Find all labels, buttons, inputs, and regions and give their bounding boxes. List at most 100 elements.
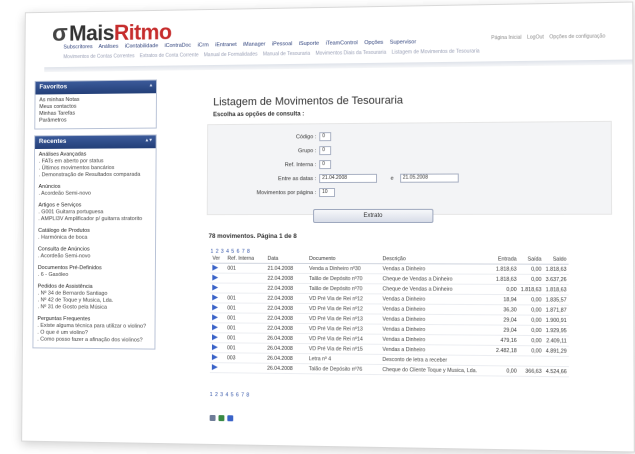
pager-bottom[interactable]: 1 2 3 4 5 6 7 8 bbox=[210, 392, 250, 399]
codigo-field[interactable]: 0 bbox=[319, 132, 332, 142]
col-saida: Saída bbox=[518, 255, 544, 265]
menu-item-imanager[interactable]: iManager bbox=[243, 42, 266, 48]
view-play-icon[interactable] bbox=[212, 314, 219, 321]
recent-item[interactable]: . AMPLI3V Amplificador p/ guitarra strat… bbox=[38, 216, 151, 223]
cell-descricao: Cheque de Vendas a Dinheiro bbox=[380, 273, 494, 285]
view-play-icon[interactable] bbox=[211, 354, 218, 361]
recent-item[interactable]: . Demonstração de Resultados comparada bbox=[39, 172, 152, 179]
cell-saida: 0,00 bbox=[518, 315, 544, 326]
menu-item-iteamcontrol[interactable]: iTeamControl bbox=[326, 40, 358, 46]
export-icons bbox=[209, 408, 237, 426]
submenu-item-manual-tesouraria[interactable]: Manual de Tesouraria bbox=[263, 51, 310, 58]
view-play-icon[interactable] bbox=[212, 284, 219, 291]
cell-ref: 001 bbox=[225, 332, 266, 344]
view-play-icon[interactable] bbox=[211, 344, 218, 351]
cell-ref: 001 bbox=[225, 263, 266, 274]
recent-item[interactable]: . 6 - Gasóleo bbox=[38, 272, 151, 279]
cell-data: 22.04.2008 bbox=[265, 313, 307, 324]
submenu-item-listagem-movimentos[interactable]: Listagem de Movimentos de Tesouraria bbox=[392, 48, 480, 55]
recent-item[interactable]: . Nº 31 de Gosto pela Música bbox=[37, 304, 150, 312]
cell-ref bbox=[225, 283, 266, 294]
cell-ref: 001 bbox=[225, 312, 266, 324]
view-play-icon[interactable] bbox=[211, 364, 218, 371]
print-icon[interactable] bbox=[209, 414, 216, 422]
submenu-item-movimentos-cc[interactable]: Movimentos de Contas Correntes bbox=[63, 53, 134, 60]
top-link-logout[interactable]: LogOut bbox=[527, 34, 544, 40]
cell-documento[interactable]: Talão de Depósito nº76 bbox=[306, 363, 381, 375]
top-link-config[interactable]: Opções de configuração bbox=[549, 33, 605, 40]
menu-item-icontabilidade[interactable]: iContabilidade bbox=[125, 43, 159, 49]
cell-documento[interactable]: VD Pré Via de Rei nº14 bbox=[306, 333, 381, 345]
logo-swoosh-icon: σ bbox=[52, 20, 68, 47]
recent-group: Pedidos de Assistência . Nº 34 de Bernar… bbox=[37, 284, 150, 312]
sidebar: Favoritos ▴ As minhas Notas Meus contact… bbox=[32, 79, 158, 355]
favoritos-item-parametros[interactable]: Parâmetros bbox=[39, 117, 152, 125]
menu-item-icontradoc[interactable]: iContraDoc bbox=[164, 43, 191, 49]
view-play-icon[interactable] bbox=[212, 304, 219, 311]
cell-documento[interactable]: VD Pré Via de Rei nº12 bbox=[306, 293, 381, 304]
submenu-item-extratos-cc[interactable]: Extratos de Conta Corrente bbox=[140, 52, 199, 59]
cell-saida: 1.818,63 bbox=[518, 284, 544, 295]
cell-saldo bbox=[543, 356, 569, 367]
grupo-label: Grupo : bbox=[298, 148, 317, 155]
excel-icon[interactable] bbox=[218, 415, 225, 422]
cell-documento[interactable]: Talão de Depósito nº70 bbox=[307, 283, 381, 294]
recentes-list: Análises Avançadas . FATs em aberto por … bbox=[33, 148, 155, 348]
favoritos-title: Favoritos bbox=[39, 83, 68, 91]
recent-item[interactable]: . Acordeão Semi-novo bbox=[38, 191, 151, 198]
datas-row: Entre as datas :21.04.2008 e 21.05.2008 bbox=[247, 173, 459, 184]
cell-documento[interactable]: VD Pré Via de Rei nº13 bbox=[306, 313, 381, 325]
page-title: Listagem de Movimentos de Tesouraria bbox=[213, 94, 404, 109]
cell-data: 26.04.2008 bbox=[265, 363, 307, 374]
cell-data: 26.04.2008 bbox=[265, 343, 307, 354]
cell-documento[interactable]: Venda a Dinheiro nº30 bbox=[307, 263, 381, 274]
cell-descricao: Vendas a Dinheiro bbox=[380, 263, 494, 275]
col-data: Data bbox=[265, 254, 308, 264]
view-play-icon[interactable] bbox=[211, 334, 218, 341]
extrato-button[interactable]: Extrato bbox=[313, 208, 434, 224]
submenu-item-manual-formalidades[interactable]: Manual de Formalidades bbox=[204, 52, 258, 59]
menu-item-ipessoal[interactable]: iPessoal bbox=[272, 41, 292, 47]
recent-item[interactable]: . Acordeão Semi-novo bbox=[38, 253, 151, 260]
grupo-row: Grupo :0 bbox=[247, 146, 332, 156]
cell-data: 21.04.2008 bbox=[265, 263, 308, 274]
cell-saida: 0,00 bbox=[518, 274, 544, 285]
menu-item-supervisor[interactable]: Supervisor bbox=[390, 39, 416, 45]
recentes-header[interactable]: Recentes ▴ ▾ bbox=[35, 135, 156, 149]
top-link-home[interactable]: Página Inicial bbox=[491, 35, 521, 41]
menu-item-analises[interactable]: Análises bbox=[98, 44, 118, 50]
view-play-icon[interactable] bbox=[212, 324, 218, 331]
submenu-item-movimentos-diais[interactable]: Movimentos Diais da Tesouraria bbox=[315, 50, 386, 57]
cell-descricao: Vendas a Dinheiro bbox=[380, 293, 494, 305]
cell-documento[interactable]: Talão de Depósito nº70 bbox=[307, 273, 381, 284]
ref-field[interactable]: 0 bbox=[319, 160, 332, 170]
cell-descricao: Cheque de Vendas a Dinheiro bbox=[380, 283, 494, 295]
grupo-field[interactable]: 0 bbox=[319, 146, 332, 156]
cell-ref: 003 bbox=[225, 352, 266, 364]
page-sheet: σMaisRitmo Página Inicial LogOut Opções … bbox=[21, 1, 635, 453]
menu-item-isuporte[interactable]: iSuporte bbox=[299, 41, 319, 47]
menu-item-subscritores[interactable]: Subscritores bbox=[63, 44, 92, 50]
cell-saida bbox=[518, 355, 544, 367]
cell-documento[interactable]: VD Pré Via de Rei nº12 bbox=[306, 303, 381, 315]
menu-item-opcoes[interactable]: Opções bbox=[364, 40, 383, 46]
recent-item[interactable]: . Como posso fazer a afinação dos violin… bbox=[37, 337, 150, 345]
mov-per-page-field[interactable]: 10 bbox=[319, 187, 336, 198]
view-play-icon[interactable] bbox=[212, 294, 219, 301]
favoritos-header[interactable]: Favoritos ▴ bbox=[35, 80, 157, 95]
recent-item[interactable]: . Harmónica de boca bbox=[38, 235, 151, 242]
menu-item-ientranet[interactable]: iEntranet bbox=[215, 42, 237, 48]
recent-group: Perguntas Frequentes . Existe alguma téc… bbox=[37, 316, 151, 345]
view-play-icon[interactable] bbox=[212, 274, 219, 281]
collapse-icon[interactable]: ▴ bbox=[150, 82, 152, 88]
collapse-icon[interactable]: ▴ ▾ bbox=[146, 137, 152, 143]
menu-item-icrm[interactable]: iCrm bbox=[197, 42, 208, 48]
view-play-icon[interactable] bbox=[212, 264, 219, 271]
date-to-field[interactable]: 21.05.2008 bbox=[399, 173, 459, 183]
recent-group: Consulta de Anúncios . Acordeão Semi-nov… bbox=[38, 247, 151, 261]
document-icon[interactable] bbox=[227, 415, 234, 422]
favoritos-panel: Favoritos ▴ As minhas Notas Meus contact… bbox=[34, 79, 158, 130]
cell-data: 22.04.2008 bbox=[265, 283, 308, 294]
cell-documento[interactable]: VD Pré Via de Rei nº13 bbox=[306, 323, 381, 335]
date-from-field[interactable]: 21.04.2008 bbox=[319, 173, 378, 184]
